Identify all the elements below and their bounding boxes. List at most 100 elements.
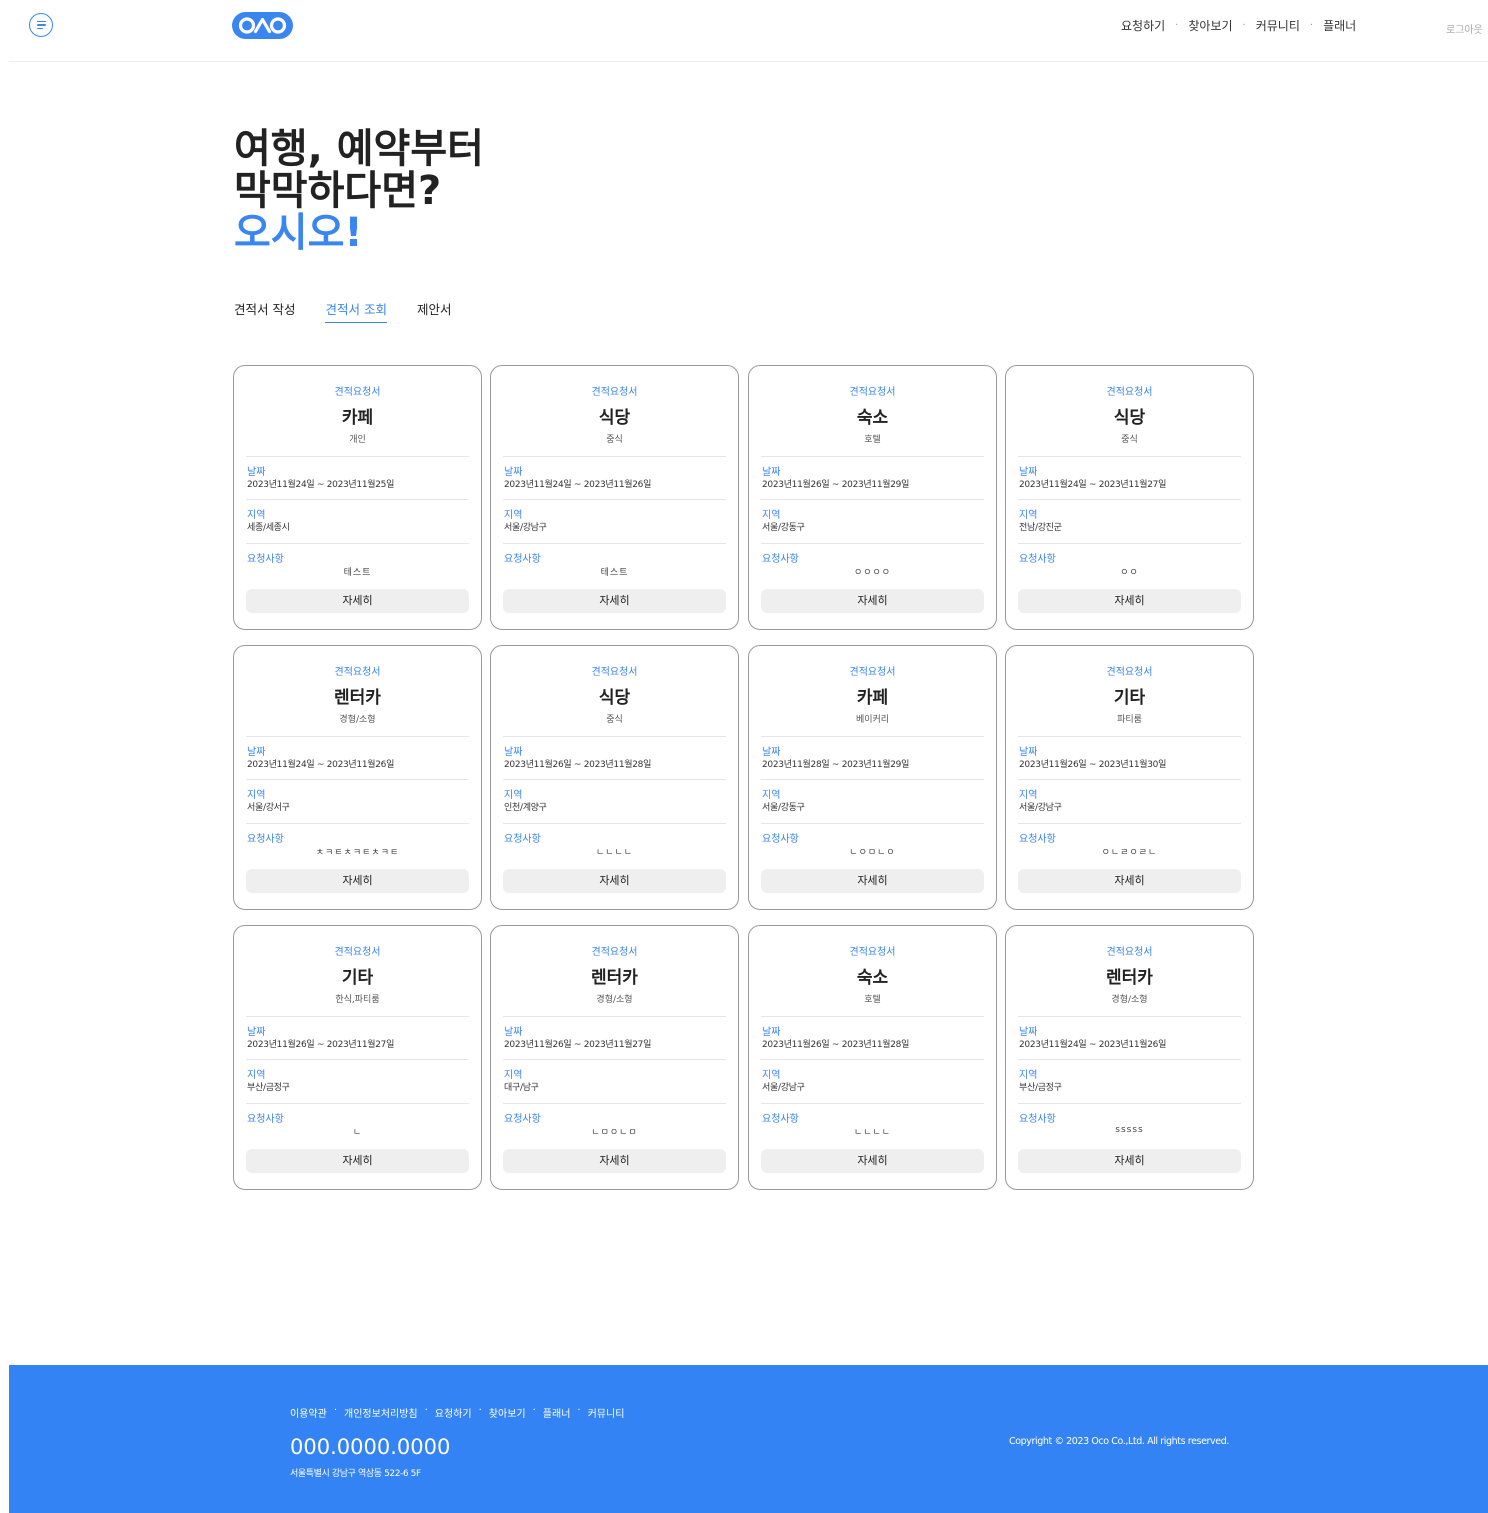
request-label: 요청사항	[1019, 1114, 1056, 1125]
date-label: 날짜	[1019, 467, 1038, 478]
date-label: 날짜	[762, 467, 781, 478]
detail-button[interactable]: 자세히	[1018, 869, 1241, 893]
quote-subcategory: 경형/소형	[1111, 995, 1148, 1005]
quote-badge: 견적요청서	[591, 947, 638, 958]
request-value: 테스트	[600, 568, 629, 578]
date-label: 날짜	[1019, 1027, 1038, 1038]
hero-line-1: 여행, 예약부터	[234, 126, 484, 172]
logout-link[interactable]: 로그아웃	[1446, 21, 1483, 36]
divider	[503, 456, 726, 457]
divider	[761, 779, 984, 780]
header: 요청하기 · 찾아보기 · 커뮤니티 · 플래너 로그아웃	[0, 0, 1488, 62]
detail-button[interactable]: 자세히	[761, 1149, 984, 1173]
menu-icon[interactable]	[29, 13, 53, 37]
divider	[1018, 779, 1241, 780]
footer: 이용약관 · 개인정보처리방침 · 요청하기 · 찾아보기 · 플래너 · 커뮤…	[9, 1365, 1488, 1513]
detail-button[interactable]: 자세히	[503, 589, 726, 613]
region-value: 대구/남구	[504, 1083, 539, 1093]
footer-link-privacy[interactable]: 개인정보처리방침	[344, 1405, 418, 1420]
region-value: 전남/강진군	[1019, 523, 1062, 533]
quote-card: 견적요청서 식당 중식 날짜 2023년11월26일 ~ 2023년11월28일 지역 인천…	[490, 645, 739, 910]
footer-links: 이용약관 · 개인정보처리방침 · 요청하기 · 찾아보기 · 플래너 · 커뮤…	[290, 1405, 624, 1420]
divider	[761, 456, 984, 457]
quote-card: 견적요청서 식당 중식 날짜 2023년11월24일 ~ 2023년11월26일 지역 서울…	[490, 365, 739, 630]
detail-button[interactable]: 자세히	[761, 869, 984, 893]
nav-community[interactable]: 커뮤니티	[1256, 17, 1300, 34]
quote-badge: 견적요청서	[591, 387, 638, 398]
date-value: 2023년11월26일 ~ 2023년11월30일	[1019, 760, 1167, 770]
detail-button[interactable]: 자세히	[1018, 589, 1241, 613]
tab-bar: 견적서 작성 견적서 조회 제안서	[234, 299, 481, 323]
nav-separator: ·	[1309, 20, 1314, 31]
quote-badge: 견적요청서	[334, 667, 381, 678]
region-label: 지역	[1019, 1070, 1038, 1081]
nav-separator: ·	[1242, 20, 1246, 31]
region-label: 지역	[247, 1070, 266, 1081]
footer-link-community[interactable]: 커뮤니티	[588, 1405, 625, 1420]
date-label: 날짜	[247, 467, 266, 478]
region-label: 지역	[247, 790, 266, 801]
date-label: 날짜	[762, 1027, 781, 1038]
date-label: 날짜	[504, 747, 523, 758]
detail-button[interactable]: 자세히	[246, 589, 469, 613]
tab-proposal[interactable]: 제안서	[417, 299, 452, 323]
region-label: 지역	[762, 790, 781, 801]
detail-button[interactable]: 자세히	[246, 869, 469, 893]
detail-button[interactable]: 자세히	[761, 589, 984, 613]
region-value: 서울/강남구	[504, 523, 547, 533]
footer-link-terms[interactable]: 이용약관	[290, 1405, 327, 1420]
divider	[246, 1103, 469, 1104]
quote-category: 기타	[341, 968, 374, 988]
nav-request[interactable]: 요청하기	[1121, 17, 1165, 34]
quote-subcategory: 중식	[1121, 435, 1138, 445]
detail-button[interactable]: 자세히	[503, 1149, 726, 1173]
date-value: 2023년11월24일 ~ 2023년11월25일	[247, 480, 395, 490]
divider	[761, 1016, 984, 1017]
region-value: 세종/세종시	[247, 523, 290, 533]
tab-view-quote[interactable]: 견적서 조회	[325, 299, 387, 323]
divider	[761, 736, 984, 737]
date-label: 날짜	[247, 747, 266, 758]
quote-badge: 견적요청서	[849, 667, 896, 678]
footer-link-browse[interactable]: 찾아보기	[489, 1405, 526, 1420]
detail-button[interactable]: 자세히	[503, 869, 726, 893]
divider	[246, 779, 469, 780]
quote-category: 렌터카	[334, 688, 381, 708]
quote-category: 렌터카	[591, 968, 638, 988]
request-value: ㅇㅇ	[1120, 568, 1139, 578]
footer-link-request[interactable]: 요청하기	[435, 1405, 472, 1420]
divider	[1018, 499, 1241, 500]
region-value: 인천/계양구	[504, 803, 547, 813]
quote-category: 숙소	[856, 408, 889, 428]
quote-badge: 견적요청서	[849, 947, 896, 958]
quote-subcategory: 중식	[606, 435, 623, 445]
top-nav: 요청하기 · 찾아보기 · 커뮤니티 · 플래너	[1121, 17, 1356, 34]
oao-logo[interactable]	[232, 12, 293, 39]
quote-subcategory: 개인	[349, 435, 366, 445]
nav-planner[interactable]: 플래너	[1323, 17, 1356, 34]
quote-subcategory: 파티룸	[1117, 715, 1142, 725]
detail-button[interactable]: 자세히	[246, 1149, 469, 1173]
divider	[503, 1059, 726, 1060]
footer-phone: 000.0000.0000	[290, 1435, 451, 1459]
quote-badge: 견적요청서	[1106, 387, 1153, 398]
nav-browse[interactable]: 찾아보기	[1188, 17, 1232, 34]
detail-button[interactable]: 자세히	[1018, 1149, 1241, 1173]
date-value: 2023년11월24일 ~ 2023년11월27일	[1019, 480, 1167, 490]
request-label: 요청사항	[1019, 834, 1056, 845]
footer-link-planner[interactable]: 플래너	[543, 1405, 571, 1420]
quote-card: 견적요청서 카페 베이커리 날짜 2023년11월28일 ~ 2023년11월29일 지역…	[748, 645, 997, 910]
tab-write-quote[interactable]: 견적서 작성	[234, 299, 295, 323]
quote-badge: 견적요청서	[849, 387, 896, 398]
request-value: ㅇㅇㅇㅇ	[853, 568, 892, 578]
region-value: 부산/금정구	[247, 1083, 290, 1093]
region-label: 지역	[504, 790, 523, 801]
divider	[761, 543, 984, 544]
quote-category: 카페	[856, 688, 889, 708]
request-label: 요청사항	[504, 1114, 541, 1125]
quote-category: 식당	[598, 408, 631, 428]
date-label: 날짜	[762, 747, 781, 758]
quote-subcategory: 호텔	[864, 435, 881, 445]
header-divider	[9, 61, 1488, 62]
date-value: 2023년11월26일 ~ 2023년11월27일	[247, 1040, 395, 1050]
